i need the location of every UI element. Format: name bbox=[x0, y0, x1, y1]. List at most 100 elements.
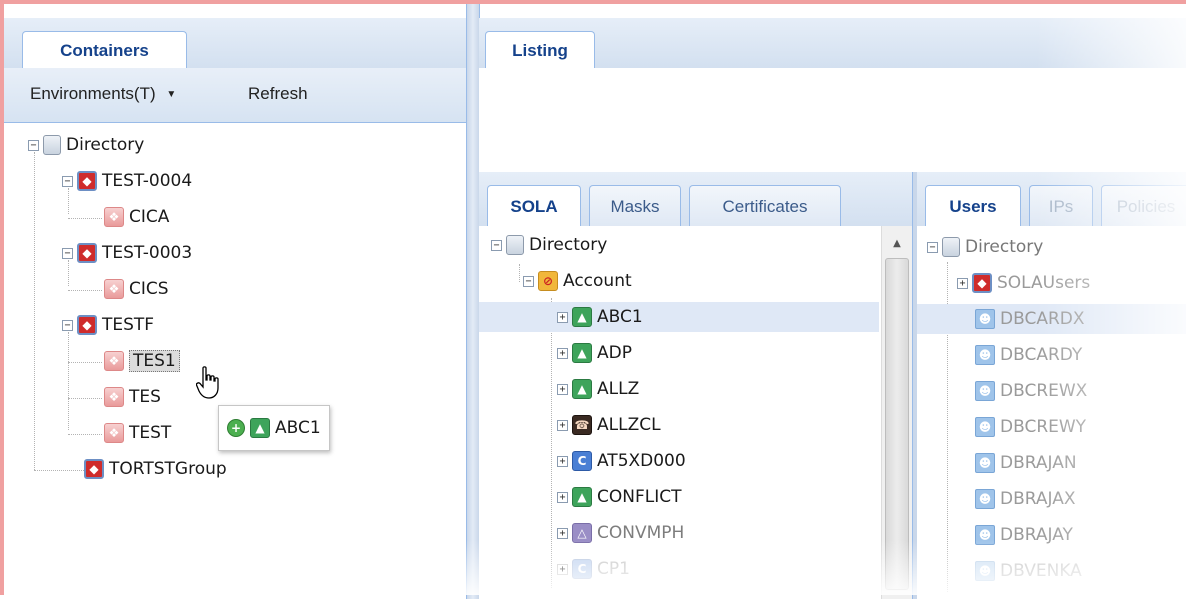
c-letter-icon: C bbox=[572, 451, 592, 471]
tab-ips[interactable]: IPs bbox=[1029, 185, 1093, 227]
scroll-up-icon[interactable]: ▲ bbox=[882, 238, 912, 249]
tab-sola[interactable]: SOLA bbox=[487, 185, 581, 227]
collapse-icon[interactable]: − bbox=[927, 241, 938, 253]
sola-tree: − Directory − ⊘ Account + ▲ ABC1 + ▲ ADP… bbox=[479, 226, 912, 599]
expand-icon[interactable]: + bbox=[557, 311, 568, 323]
users-node-dbrajan[interactable]: ☻ DBRAJAN bbox=[975, 448, 1077, 478]
tree-node-tortstgroup[interactable]: ◆ TORTSTGroup bbox=[84, 454, 227, 484]
collapse-icon[interactable]: − bbox=[62, 319, 73, 331]
users-node-dbvenka[interactable]: ☻ DBVENKA bbox=[975, 556, 1082, 586]
server-icon bbox=[43, 135, 61, 155]
red-container-icon: ◆ bbox=[972, 273, 992, 293]
green-arrow-icon: ▲ bbox=[572, 343, 592, 363]
refresh-button[interactable]: Refresh bbox=[248, 84, 308, 104]
tab-certificates[interactable]: Certificates bbox=[689, 185, 841, 227]
tree-node-cica[interactable]: ❖ CICA bbox=[104, 202, 169, 232]
green-arrow-icon: ▲ bbox=[572, 307, 592, 327]
tree-node-testf[interactable]: − ◆ TESTF bbox=[62, 310, 154, 340]
listing-tabstrip: Listing bbox=[479, 18, 1186, 69]
expand-icon[interactable]: + bbox=[557, 347, 568, 359]
expand-icon[interactable]: + bbox=[957, 277, 968, 289]
environments-dropdown[interactable]: Environments(T) ▼ bbox=[30, 84, 176, 104]
red-container-icon: ◆ bbox=[77, 243, 97, 263]
users-node-directory[interactable]: − Directory bbox=[927, 232, 1043, 262]
app-window: Containers Environments(T) ▼ Refresh − D… bbox=[0, 0, 1186, 599]
sola-scrollbar[interactable]: ▲ bbox=[881, 226, 912, 599]
users-node-dbrajax[interactable]: ☻ DBRAJAX bbox=[975, 484, 1076, 514]
collapse-icon[interactable]: − bbox=[28, 139, 39, 151]
users-tabstrip: Users IPs Policies bbox=[917, 172, 1186, 227]
tab-masks[interactable]: Masks bbox=[589, 185, 681, 227]
tab-listing[interactable]: Listing bbox=[485, 31, 595, 69]
tree-node-test-0003[interactable]: − ◆ TEST-0003 bbox=[62, 238, 192, 268]
sola-node-allzcl[interactable]: + ☎ ALLZCL bbox=[557, 410, 661, 440]
user-icon: ☻ bbox=[975, 381, 995, 401]
scroll-thumb[interactable] bbox=[885, 258, 909, 590]
green-plus-icon: + bbox=[227, 419, 245, 437]
tree-node-test[interactable]: ❖ TEST bbox=[104, 418, 171, 448]
sola-node-allz[interactable]: + ▲ ALLZ bbox=[557, 374, 639, 404]
expand-icon[interactable]: + bbox=[557, 455, 568, 467]
tree-node-test-0004[interactable]: − ◆ TEST-0004 bbox=[62, 166, 192, 196]
users-node-dbcrewy[interactable]: ☻ DBCREWY bbox=[975, 412, 1086, 442]
tree-node-cics[interactable]: ❖ CICS bbox=[104, 274, 169, 304]
pink-region-icon: ❖ bbox=[104, 207, 124, 227]
sola-node-directory[interactable]: − Directory bbox=[491, 230, 607, 260]
user-icon: ☻ bbox=[975, 489, 995, 509]
sola-tabstrip: SOLA Masks Certificates bbox=[479, 172, 912, 227]
pink-region-icon: ❖ bbox=[104, 423, 124, 443]
user-icon: ☻ bbox=[975, 561, 995, 581]
panel-splitter[interactable] bbox=[466, 4, 480, 599]
collapse-icon[interactable]: − bbox=[62, 175, 73, 187]
drag-preview: + ▲ ABC1 bbox=[218, 405, 330, 451]
pink-region-icon: ❖ bbox=[104, 387, 124, 407]
sola-node-at5xd000[interactable]: + C AT5XD000 bbox=[557, 446, 686, 476]
environments-label: Environments(T) bbox=[30, 84, 156, 103]
users-node-solausers[interactable]: + ◆ SOLAUsers bbox=[957, 268, 1090, 298]
expand-icon[interactable]: + bbox=[557, 527, 568, 539]
triangle-icon: △ bbox=[572, 523, 592, 543]
expand-icon[interactable]: + bbox=[557, 419, 568, 431]
expand-icon[interactable]: + bbox=[557, 491, 568, 503]
drop-target-label: TES1 bbox=[129, 350, 180, 372]
user-icon: ☻ bbox=[975, 453, 995, 473]
users-node-dbcardy[interactable]: ☻ DBCARDY bbox=[975, 340, 1082, 370]
collapse-icon[interactable]: − bbox=[62, 247, 73, 259]
sola-node-account[interactable]: − ⊘ Account bbox=[523, 266, 632, 296]
drag-preview-label: ABC1 bbox=[275, 418, 321, 438]
chevron-down-icon: ▼ bbox=[166, 89, 177, 100]
user-icon: ☻ bbox=[975, 309, 995, 329]
red-container-icon: ◆ bbox=[77, 315, 97, 335]
red-container-icon: ◆ bbox=[84, 459, 104, 479]
tree-node-tes1[interactable]: ❖ TES1 bbox=[104, 346, 180, 376]
users-tree: − Directory + ◆ SOLAUsers ☻ DBCARDX ☻ DB… bbox=[917, 226, 1186, 599]
sola-node-conflict[interactable]: + ▲ CONFLICT bbox=[557, 482, 682, 512]
expand-icon[interactable]: + bbox=[557, 383, 568, 395]
listing-body bbox=[479, 68, 1186, 173]
user-icon: ☻ bbox=[975, 525, 995, 545]
containers-tree: − Directory − ◆ TEST-0004 ❖ CICA − ◆ TES… bbox=[4, 122, 466, 599]
server-icon bbox=[506, 235, 524, 255]
user-icon: ☻ bbox=[975, 345, 995, 365]
tree-node-directory[interactable]: − Directory bbox=[28, 130, 144, 160]
sola-node-cp1[interactable]: + C CP1 bbox=[557, 554, 630, 584]
containers-tabstrip: Containers bbox=[4, 18, 466, 69]
tab-policies[interactable]: Policies bbox=[1101, 185, 1186, 227]
sola-node-adp[interactable]: + ▲ ADP bbox=[557, 338, 632, 368]
collapse-icon[interactable]: − bbox=[491, 239, 502, 251]
red-container-icon: ◆ bbox=[77, 171, 97, 191]
tab-users[interactable]: Users bbox=[925, 185, 1021, 227]
tab-containers[interactable]: Containers bbox=[22, 31, 187, 69]
tree-node-tes2[interactable]: ❖ TES bbox=[104, 382, 161, 412]
sola-node-abc1[interactable]: + ▲ ABC1 bbox=[479, 302, 879, 332]
green-arrow-icon: ▲ bbox=[572, 379, 592, 399]
sola-node-convmph[interactable]: + △ CONVMPH bbox=[557, 518, 684, 548]
green-arrow-icon: ▲ bbox=[572, 487, 592, 507]
users-node-dbrajay[interactable]: ☻ DBRAJAY bbox=[975, 520, 1073, 550]
users-node-dbcrewx[interactable]: ☻ DBCREWX bbox=[975, 376, 1087, 406]
folder-icon: ⊘ bbox=[538, 271, 558, 291]
containers-toolbar: Environments(T) ▼ Refresh bbox=[4, 68, 466, 123]
expand-icon[interactable]: + bbox=[557, 563, 568, 575]
collapse-icon[interactable]: − bbox=[523, 275, 534, 287]
users-node-dbcardx[interactable]: ☻ DBCARDX bbox=[917, 304, 1186, 334]
